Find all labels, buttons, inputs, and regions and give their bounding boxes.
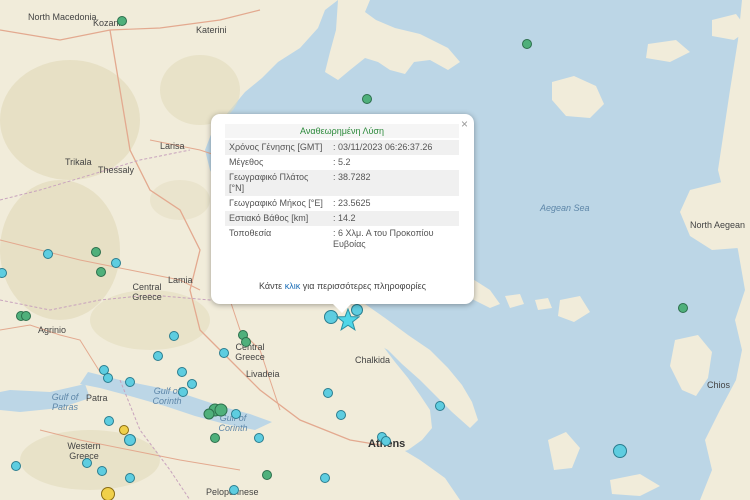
earthquake-marker[interactable] (381, 436, 391, 446)
earthquake-marker[interactable] (320, 473, 330, 483)
earthquake-marker[interactable] (203, 408, 215, 420)
map-view[interactable]: North Macedonia Kozani Katerini Trikala … (0, 0, 750, 500)
earthquake-marker[interactable] (103, 373, 113, 383)
row-key: Τοποθεσία (229, 228, 272, 238)
row-value: : 6 Χλμ. Α του Προκοπίου Ευβοίας (333, 228, 434, 249)
more-info-line: Κάντε κλικ για περισσότερες πληροφορίες (211, 281, 474, 291)
earthquake-marker[interactable] (101, 487, 115, 500)
earthquake-marker[interactable] (169, 331, 179, 341)
row-value: : 03/11/2023 06:26:37.26 (329, 140, 459, 155)
earthquake-marker[interactable] (82, 458, 92, 468)
earthquake-marker[interactable] (96, 267, 106, 277)
row-value: : 23.5625 (333, 198, 371, 208)
earthquake-marker[interactable] (153, 351, 163, 361)
earthquake-marker[interactable] (187, 379, 197, 389)
earthquake-marker[interactable] (362, 94, 372, 104)
earthquake-marker[interactable] (241, 337, 251, 347)
popup-title: Αναθεωρημένη Λύση (225, 124, 459, 138)
table-row: Γεωγραφικό Μήκος [°E] : 23.5625 (225, 196, 459, 211)
earthquake-marker[interactable] (231, 409, 241, 419)
more-prefix: Κάντε (259, 281, 283, 291)
earthquake-marker[interactable] (124, 434, 136, 446)
earthquake-marker[interactable] (43, 249, 53, 259)
earthquake-marker[interactable] (229, 485, 239, 495)
row-value: : 5.2 (333, 157, 351, 167)
row-key: Εστιακό Βάθος [km] (225, 211, 329, 226)
earthquake-marker[interactable] (125, 473, 135, 483)
more-info-link[interactable]: κλικ (285, 281, 301, 291)
row-key: Χρόνος Γένησης [GMT] (225, 140, 329, 155)
earthquake-marker[interactable] (435, 401, 445, 411)
earthquake-info-popup: × Αναθεωρημένη Λύση Χρόνος Γένησης [GMT]… (211, 114, 474, 313)
earthquake-marker[interactable] (97, 466, 107, 476)
earthquake-marker[interactable] (91, 247, 101, 257)
table-row: Χρόνος Γένησης [GMT] : 03/11/2023 06:26:… (225, 140, 459, 155)
earthquake-marker[interactable] (210, 433, 220, 443)
earthquake-marker[interactable] (323, 388, 333, 398)
table-row: Μέγεθος : 5.2 (225, 155, 459, 170)
earthquake-marker[interactable] (11, 461, 21, 471)
more-suffix: για περισσότερες πληροφορίες (302, 281, 426, 291)
table-row: Γεωγραφικό Πλάτος [°N] : 38.7282 (225, 170, 459, 196)
earthquake-marker[interactable] (214, 403, 228, 417)
earthquake-marker[interactable] (125, 377, 135, 387)
close-icon[interactable]: × (461, 117, 468, 131)
earthquake-marker[interactable] (336, 410, 346, 420)
earthquake-marker[interactable] (613, 444, 627, 458)
row-key: Γεωγραφικό Πλάτος [°N] (225, 170, 329, 196)
earthquake-info-table: Χρόνος Γένησης [GMT] : 03/11/2023 06:26:… (225, 140, 459, 252)
row-key: Γεωγραφικό Μήκος [°E] (229, 198, 323, 208)
earthquake-marker[interactable] (178, 387, 188, 397)
earthquake-marker[interactable] (104, 416, 114, 426)
row-value: : 38.7282 (329, 170, 459, 196)
earthquake-marker[interactable] (254, 433, 264, 443)
earthquake-marker[interactable] (111, 258, 121, 268)
earthquake-marker[interactable] (522, 39, 532, 49)
earthquake-marker[interactable] (117, 16, 127, 26)
row-value: : 14.2 (329, 211, 459, 226)
earthquake-marker[interactable] (21, 311, 31, 321)
earthquake-marker[interactable] (262, 470, 272, 480)
earthquake-marker[interactable] (678, 303, 688, 313)
row-key: Μέγεθος (229, 157, 264, 167)
table-row: Εστιακό Βάθος [km] : 14.2 (225, 211, 459, 226)
earthquake-marker[interactable] (219, 348, 229, 358)
earthquake-marker[interactable] (177, 367, 187, 377)
table-row: Τοποθεσία : 6 Χλμ. Α του Προκοπίου Ευβοί… (225, 226, 459, 252)
